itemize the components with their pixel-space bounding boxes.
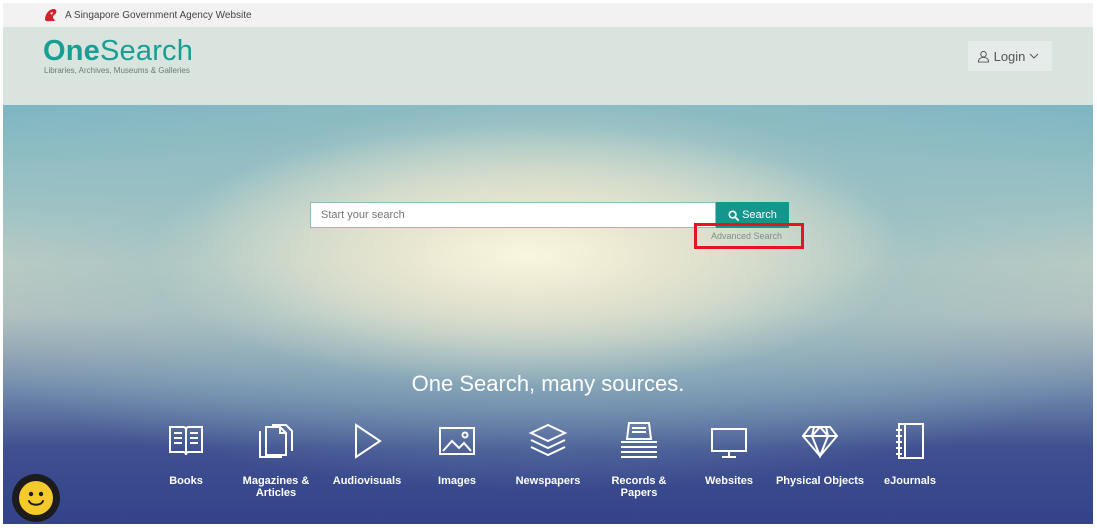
logo-bold-text: One <box>43 35 100 67</box>
chevron-down-icon <box>1030 53 1039 59</box>
notebook-icon <box>890 421 930 466</box>
source-records-papers[interactable]: Records & Papers <box>594 421 684 499</box>
magazine-icon <box>256 421 296 466</box>
source-label: Audiovisuals <box>332 475 402 487</box>
source-categories: Books Magazines &Articles Audiovisuals <box>3 421 1093 511</box>
image-icon <box>437 421 477 466</box>
advanced-search-highlight <box>694 223 804 249</box>
source-ejournals[interactable]: eJournals <box>865 421 955 487</box>
smiley-icon <box>19 481 53 515</box>
source-label: Books <box>169 475 203 487</box>
search-input[interactable] <box>310 202 716 228</box>
magnifier-icon <box>728 209 740 221</box>
monitor-icon <box>709 421 749 466</box>
source-images[interactable]: Images <box>412 421 502 487</box>
source-label: Images <box>438 475 476 487</box>
papers-icon <box>618 421 660 468</box>
onesearch-logo[interactable]: OneSearch Libraries, Archives, Museums &… <box>43 35 193 75</box>
source-label: Magazines & <box>242 475 310 487</box>
government-agency-bar: A Singapore Government Agency Website <box>3 3 1093 27</box>
login-label: Login <box>993 48 1026 64</box>
logo-light-text: Search <box>100 35 194 67</box>
source-magazines-articles[interactable]: Magazines & Articles <box>231 421 321 499</box>
user-icon <box>977 50 989 63</box>
diamond-icon <box>800 421 840 466</box>
source-label: Records & <box>611 475 667 487</box>
singapore-lion-icon <box>43 7 59 23</box>
source-label: Physical Objects <box>775 475 865 487</box>
source-label-2: Papers <box>620 487 658 499</box>
chatbot-button[interactable] <box>12 474 60 522</box>
login-button[interactable]: Login <box>968 41 1052 71</box>
book-icon <box>166 421 206 466</box>
source-physical-objects[interactable]: Physical Objects <box>775 421 865 487</box>
source-newspapers[interactable]: Newspapers <box>503 421 593 487</box>
logo-tagline: Libraries, Archives, Museums & Galleries <box>44 66 190 75</box>
source-label: Newspapers <box>515 475 581 487</box>
government-agency-text: A Singapore Government Agency Website <box>65 9 252 21</box>
logo-title: OneSearch <box>43 35 193 67</box>
site-header: OneSearch Libraries, Archives, Museums &… <box>3 27 1093 105</box>
source-label: eJournals <box>884 475 936 487</box>
hero-banner: Search Advanced Search One Search, many … <box>3 105 1093 524</box>
layers-icon <box>528 421 568 466</box>
source-websites[interactable]: Websites <box>684 421 774 487</box>
source-books[interactable]: Books <box>141 421 231 487</box>
source-label-2: Articles <box>255 487 297 499</box>
hero-tagline: One Search, many sources. <box>411 371 685 396</box>
source-label: Websites <box>704 475 754 487</box>
source-audiovisuals[interactable]: Audiovisuals <box>322 421 412 487</box>
search-button-label: Search <box>742 209 777 221</box>
play-icon <box>347 421 387 466</box>
